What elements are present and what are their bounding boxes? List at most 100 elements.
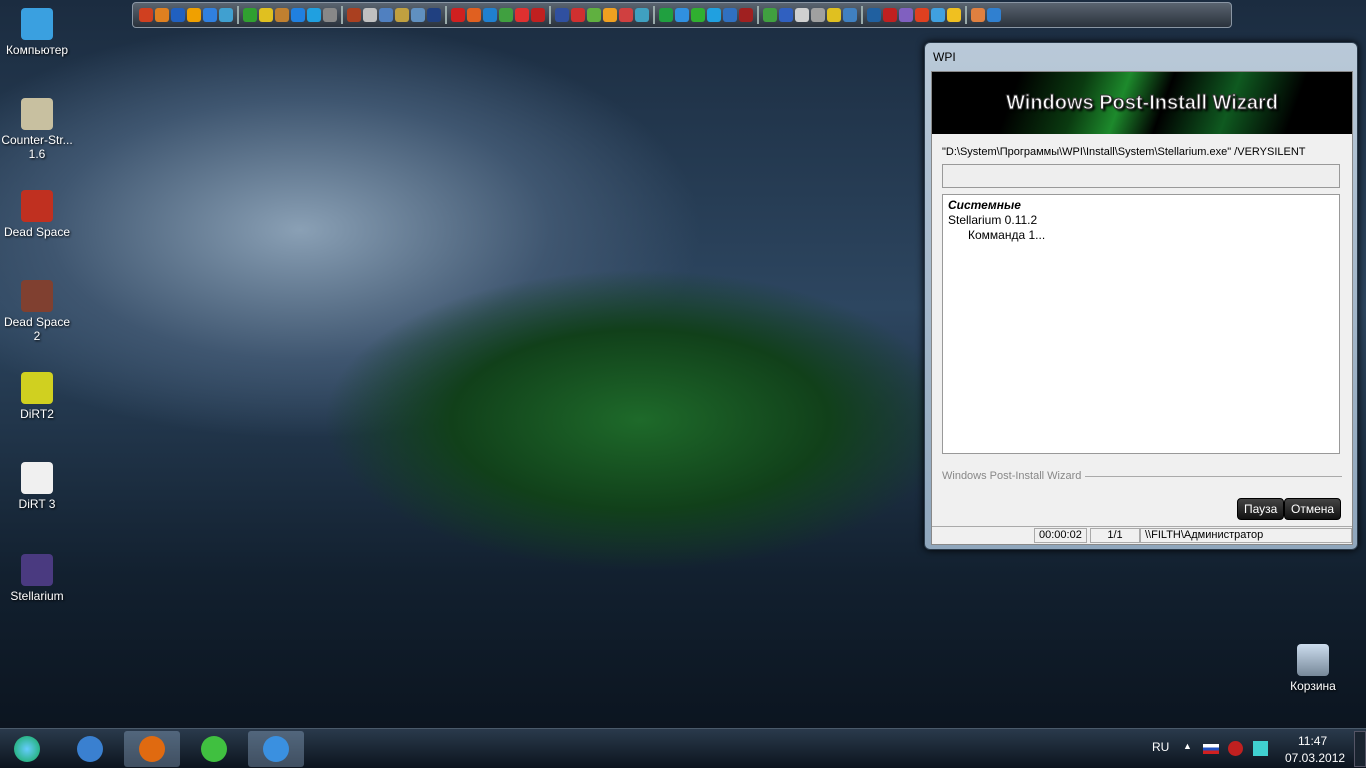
taskbar-item-thunderbird[interactable] (62, 731, 118, 767)
toolbar-app-icon[interactable] (363, 8, 377, 22)
toolbar-app-icon[interactable] (843, 8, 857, 22)
toolbar-app-icon[interactable] (155, 8, 169, 22)
toolbar-app-icon[interactable] (499, 8, 513, 22)
toolbar-app-icon[interactable] (987, 8, 1001, 22)
taskbar-item-wpi[interactable] (248, 731, 304, 767)
cancel-button[interactable]: Отмена (1284, 498, 1342, 520)
toolbar-app-icon[interactable] (219, 8, 233, 22)
log-program: Stellarium 0.11.2 (948, 213, 1038, 227)
desktop-icon-label: DiRT 3 (18, 497, 56, 511)
show-desktop-button[interactable] (1354, 731, 1366, 767)
app-icon (21, 462, 53, 494)
pause-button[interactable]: Пауза (1237, 498, 1285, 520)
toolbar-app-icon[interactable] (723, 8, 737, 22)
network-icon[interactable] (1253, 741, 1268, 756)
toolbar-app-icon[interactable] (307, 8, 321, 22)
user-name: \\FILTH\Администратор (1140, 528, 1352, 543)
toolbar-app-icon[interactable] (139, 8, 153, 22)
desktop-icon[interactable]: Counter-Str... 1.6 (0, 98, 74, 161)
toolbar-app-icon[interactable] (899, 8, 913, 22)
toolbar-app-icon[interactable] (971, 8, 985, 22)
toolbar-app-icon[interactable] (947, 8, 961, 22)
language-indicator[interactable]: RU (1152, 740, 1169, 754)
windows-logo-icon (14, 736, 40, 762)
taskbar-item-green-app[interactable] (186, 731, 242, 767)
toolbar-app-icon[interactable] (203, 8, 217, 22)
quick-launch-toolbar (132, 2, 1232, 28)
elapsed-time: 00:00:02 (1034, 528, 1087, 543)
toolbar-app-icon[interactable] (187, 8, 201, 22)
green-app-icon (201, 736, 227, 762)
desktop-icon-label: DiRT2 (20, 407, 54, 421)
toolbar-app-icon[interactable] (171, 8, 185, 22)
toolbar-app-icon[interactable] (635, 8, 649, 22)
desktop-icon-label: Компьютер (5, 43, 69, 57)
toolbar-app-icon[interactable] (411, 8, 425, 22)
russian-flag-icon[interactable] (1203, 744, 1219, 754)
desktop-icon[interactable]: DiRT 3 (0, 462, 74, 511)
taskbar-item-firefox[interactable] (124, 731, 180, 767)
toolbar-app-icon[interactable] (779, 8, 793, 22)
toolbar-app-icon[interactable] (763, 8, 777, 22)
toolbar-app-icon[interactable] (691, 8, 705, 22)
install-log: Системные Stellarium 0.11.2 Комманда 1..… (942, 194, 1340, 454)
start-button[interactable] (0, 731, 54, 767)
desktop-icon[interactable]: Компьютер (0, 8, 74, 57)
toolbar-app-icon[interactable] (675, 8, 689, 22)
log-category: Системные (948, 198, 1021, 212)
toolbar-app-icon[interactable] (659, 8, 673, 22)
wpi-window: WPI Windows Post-Install Wizard "D:\Syst… (924, 42, 1358, 550)
app-icon (21, 98, 53, 130)
toolbar-app-icon[interactable] (587, 8, 601, 22)
progress-bar (942, 164, 1340, 188)
toolbar-app-icon[interactable] (275, 8, 289, 22)
desktop-icon-label: Stellarium (10, 589, 64, 603)
toolbar-app-icon[interactable] (619, 8, 633, 22)
toolbar-app-icon[interactable] (867, 8, 881, 22)
skull-app-icon[interactable] (1228, 741, 1243, 756)
group-box: Windows Post-Install Wizard (942, 470, 1342, 482)
toolbar-app-icon[interactable] (347, 8, 361, 22)
toolbar-app-icon[interactable] (795, 8, 809, 22)
desktop-icon[interactable]: Dead Space (0, 190, 74, 239)
toolbar-app-icon[interactable] (291, 8, 305, 22)
toolbar-app-icon[interactable] (451, 8, 465, 22)
toolbar-app-icon[interactable] (467, 8, 481, 22)
toolbar-app-icon[interactable] (259, 8, 273, 22)
toolbar-app-icon[interactable] (243, 8, 257, 22)
toolbar-app-icon[interactable] (931, 8, 945, 22)
toolbar-app-icon[interactable] (603, 8, 617, 22)
toolbar-app-icon[interactable] (323, 8, 337, 22)
show-hidden-icons-arrow[interactable]: ▲ (1183, 741, 1192, 751)
wpi-icon (263, 736, 289, 762)
toolbar-app-icon[interactable] (395, 8, 409, 22)
desktop-icon[interactable]: DiRT2 (0, 372, 74, 421)
toolbar-app-icon[interactable] (811, 8, 825, 22)
thunderbird-icon (77, 736, 103, 762)
toolbar-app-icon[interactable] (555, 8, 569, 22)
toolbar-app-icon[interactable] (515, 8, 529, 22)
group-label: Windows Post-Install Wizard (942, 470, 1082, 482)
command-line: "D:\System\Программы\WPI\Install\System\… (942, 146, 1306, 158)
clock-date[interactable]: 07.03.2012 (1285, 751, 1345, 765)
toolbar-app-icon[interactable] (883, 8, 897, 22)
toolbar-app-icon[interactable] (827, 8, 841, 22)
toolbar-separator (965, 6, 967, 24)
toolbar-app-icon[interactable] (483, 8, 497, 22)
toolbar-app-icon[interactable] (571, 8, 585, 22)
firefox-icon (139, 736, 165, 762)
clock-time[interactable]: 11:47 (1298, 734, 1327, 748)
desktop-icon-label: Counter-Str... 1.6 (1, 133, 73, 161)
toolbar-app-icon[interactable] (915, 8, 929, 22)
banner-title: Windows Post-Install Wizard (1006, 91, 1279, 114)
toolbar-app-icon[interactable] (427, 8, 441, 22)
toolbar-app-icon[interactable] (707, 8, 721, 22)
desktop-icon[interactable]: Stellarium (0, 554, 74, 603)
toolbar-app-icon[interactable] (379, 8, 393, 22)
toolbar-separator (653, 6, 655, 24)
desktop-icon[interactable]: Dead Space 2 (0, 280, 74, 343)
toolbar-app-icon[interactable] (739, 8, 753, 22)
trash-icon (1297, 644, 1329, 676)
toolbar-app-icon[interactable] (531, 8, 545, 22)
recycle-bin-icon[interactable]: Корзина (1276, 644, 1350, 693)
